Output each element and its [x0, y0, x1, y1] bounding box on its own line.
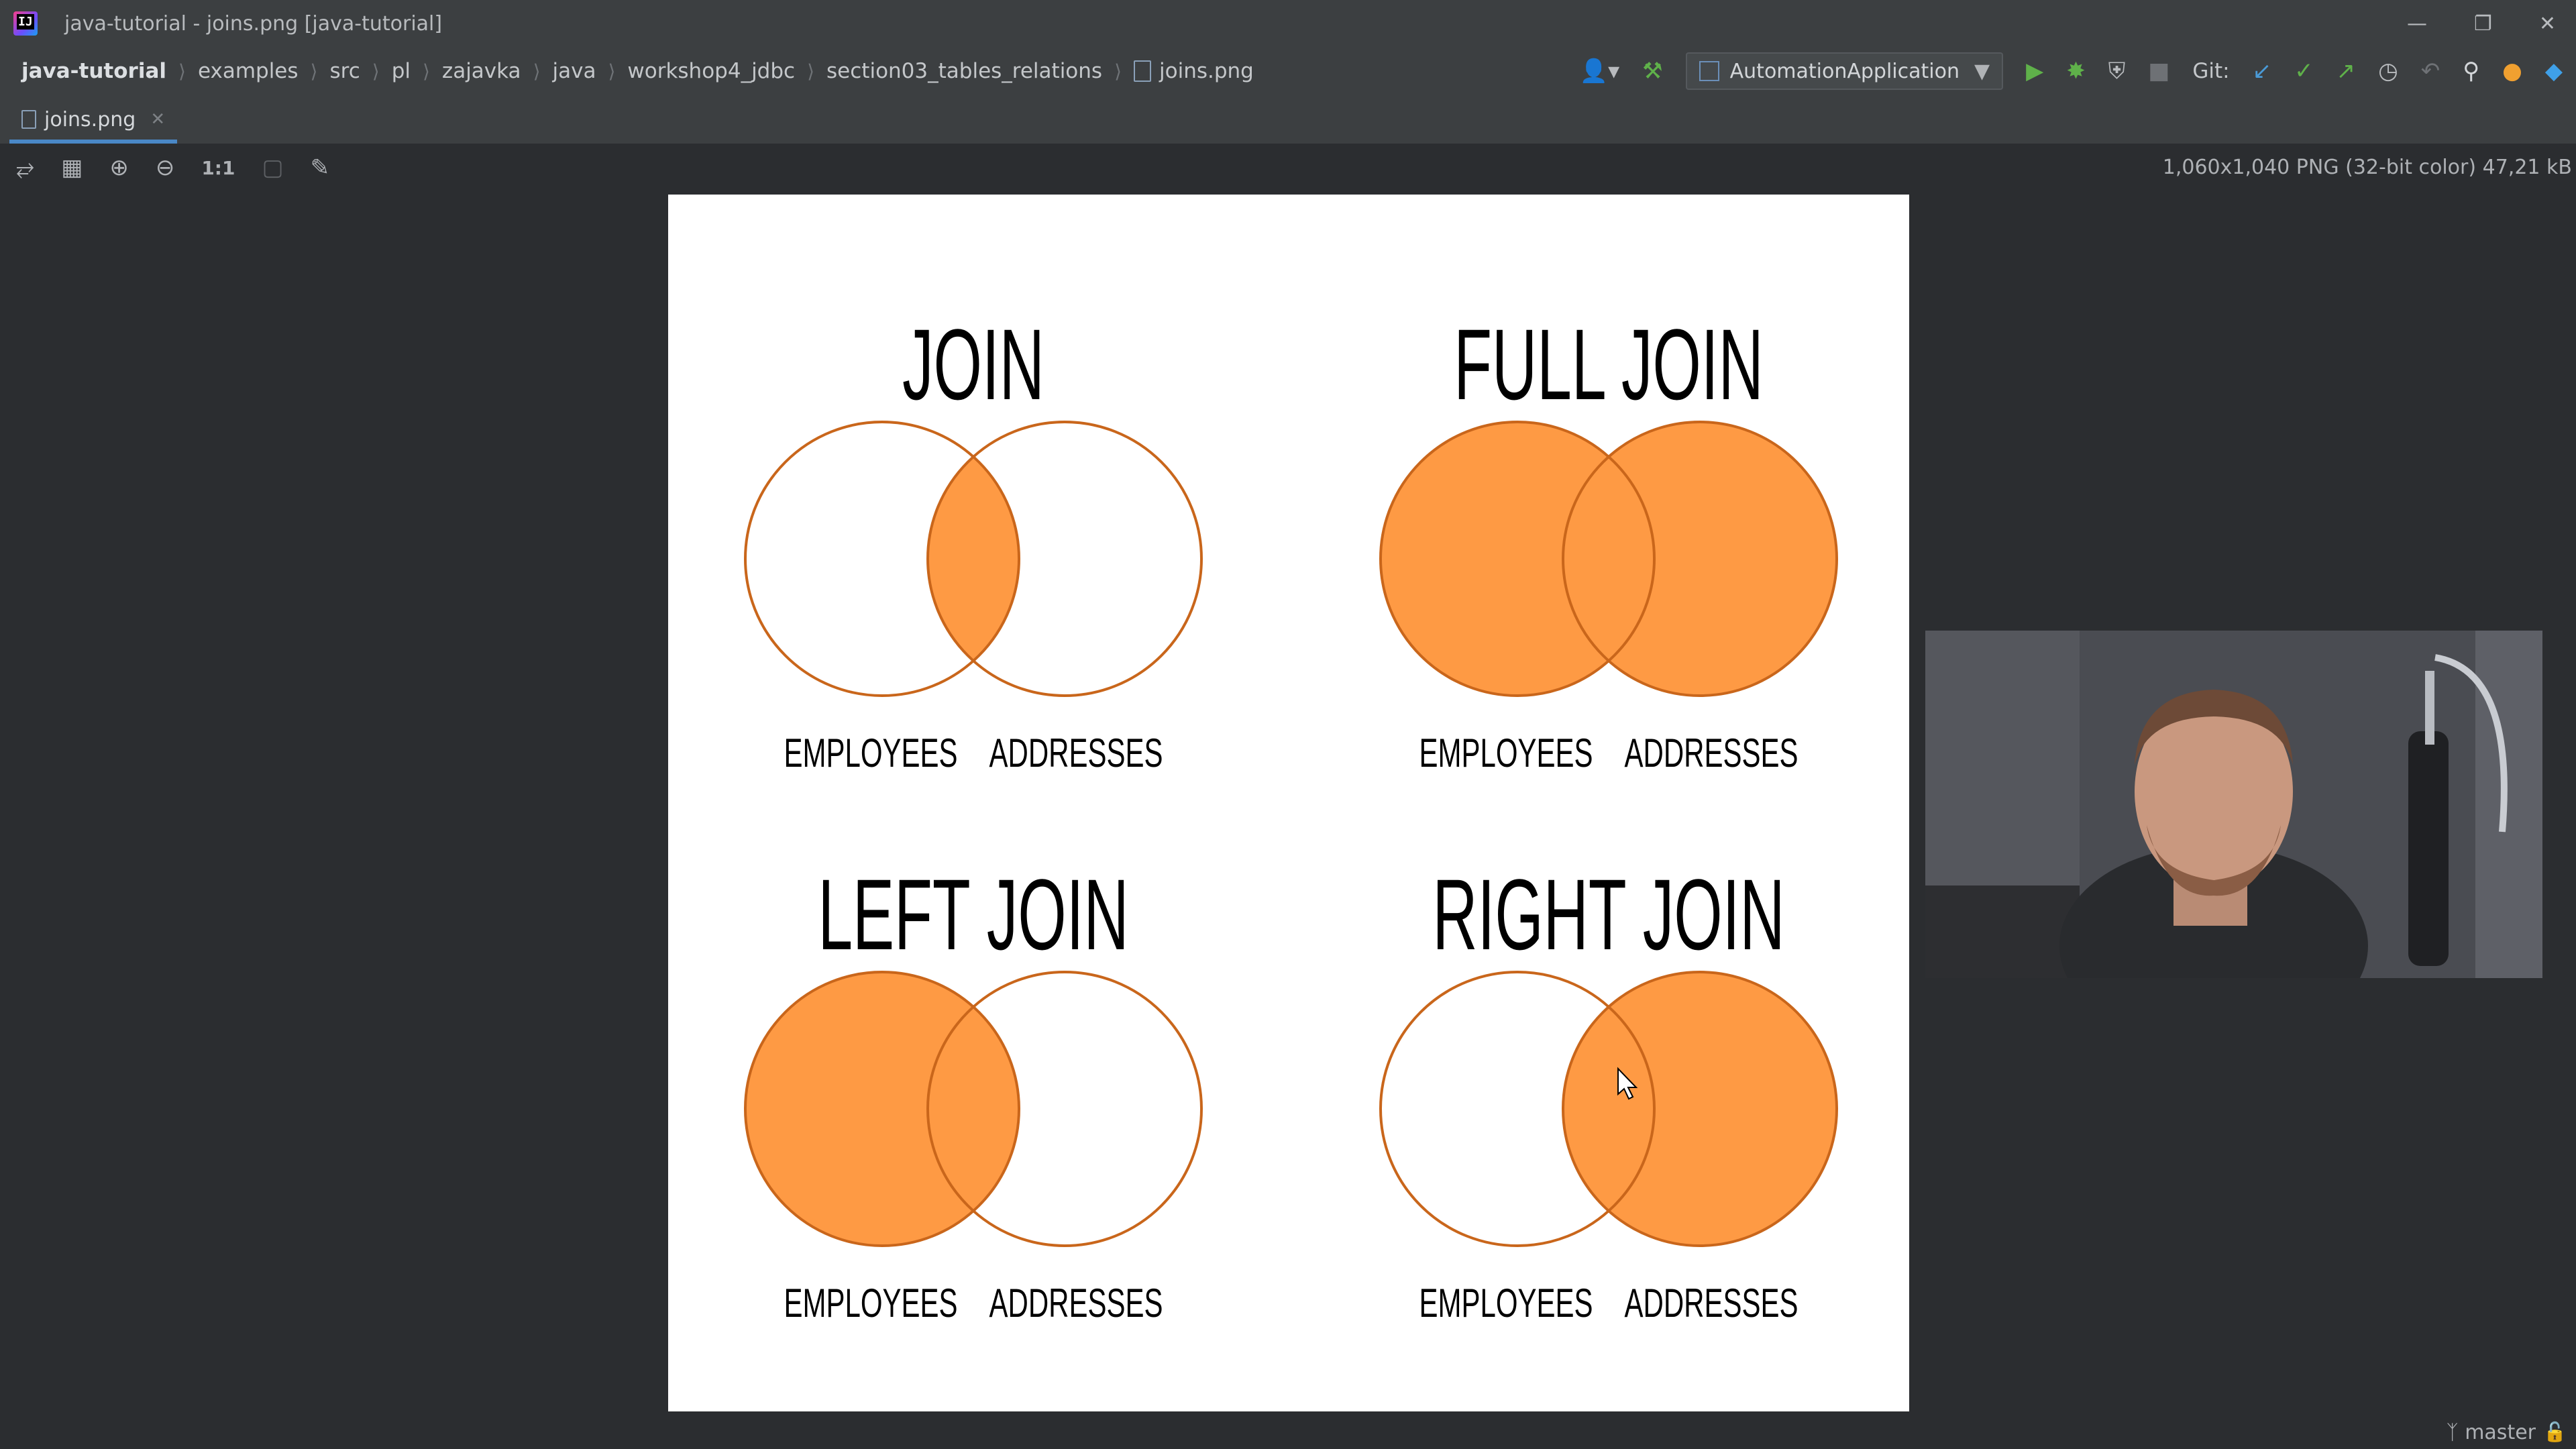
- breadcrumb-item[interactable]: section03_tables_relations: [826, 59, 1102, 83]
- minimize-icon[interactable]: —: [2407, 12, 2427, 36]
- chevron-down-icon: ▼: [1974, 59, 1990, 83]
- addresses-label: ADDRESSES: [1625, 1281, 1799, 1326]
- restore-icon[interactable]: ❐: [2474, 12, 2492, 36]
- stop-icon[interactable]: ■: [2148, 58, 2169, 85]
- breadcrumb-item[interactable]: examples: [198, 59, 299, 83]
- fit-to-window-icon[interactable]: ⥂: [16, 154, 34, 181]
- join-title: LEFT JOIN: [818, 859, 1128, 971]
- breadcrumb-item[interactable]: src: [329, 59, 360, 83]
- editor-tab-bar: joins.png ✕: [0, 95, 2576, 145]
- rollback-icon[interactable]: ↶: [2421, 58, 2440, 85]
- git-branch-widget[interactable]: ᛉ master: [2447, 1421, 2536, 1444]
- image-info: 1,060x1,040 PNG (32-bit color) 47,21 kB: [2162, 156, 2572, 179]
- left-circle-fill: [745, 972, 1019, 1246]
- git-update-icon[interactable]: ↙: [2253, 58, 2272, 85]
- branch-icon: ᛉ: [2446, 1421, 2459, 1444]
- join-title: RIGHT JOIN: [1432, 859, 1784, 971]
- breadcrumb-item[interactable]: workshop4_jdbc: [627, 59, 795, 83]
- grid-icon[interactable]: ▦: [61, 154, 83, 181]
- branch-name: master: [2465, 1421, 2536, 1444]
- tab-label: joins.png: [44, 107, 136, 131]
- joins-diagram: JOIN EMPLOYEES ADDRESSES FULL JOIN EMPLOYEES…: [739, 309, 1843, 1326]
- close-icon[interactable]: ✕: [2539, 12, 2556, 36]
- right-circle-fill: [1563, 422, 1837, 696]
- join-panel: JOIN EMPLOYEES ADDRESSES: [739, 309, 1208, 775]
- run-config-label: AutomationApplication: [1729, 59, 1960, 83]
- zoom-in-icon[interactable]: ⊕: [109, 154, 129, 181]
- close-tab-icon[interactable]: ✕: [150, 109, 165, 129]
- addresses-label: ADDRESSES: [1625, 731, 1799, 775]
- run-config-icon: [1699, 61, 1719, 81]
- git-commit-icon[interactable]: ✓: [2294, 58, 2314, 85]
- image-canvas: JOIN EMPLOYEES ADDRESSES FULL JOIN EMPLOYEES…: [668, 195, 1909, 1411]
- image-viewer-toolbar: ⥂ ▦ ⊕ ⊖ 1:1 ▢ ✎ 1,060x1,040 PNG (32-bit …: [0, 144, 2576, 192]
- navigation-bar: java-tutorial ⟩ examples ⟩ src ⟩ pl ⟩ zajavk…: [0, 47, 2576, 97]
- run-icon[interactable]: ▶: [2026, 58, 2043, 85]
- lock-icon[interactable]: 🔓: [2543, 1421, 2567, 1443]
- zoom-out-icon[interactable]: ⊖: [156, 154, 175, 181]
- join-panel: FULL JOIN EMPLOYEES ADDRESSES: [1374, 309, 1843, 775]
- window-title: java-tutorial - joins.png [java-tutorial…: [64, 11, 443, 36]
- join-panel: RIGHT JOIN EMPLOYEES ADDRESSES: [1374, 859, 1843, 1326]
- git-label: Git:: [2192, 59, 2230, 83]
- join-panel: LEFT JOIN EMPLOYEES ADDRESSES: [739, 859, 1208, 1326]
- actual-size-button[interactable]: 1:1: [201, 157, 235, 179]
- breadcrumb-item[interactable]: java-tutorial: [21, 59, 166, 83]
- presenter-video: [1925, 631, 2542, 978]
- search-icon[interactable]: ⚲: [2463, 58, 2479, 85]
- image-file-icon: [1134, 60, 1152, 82]
- employees-label: EMPLOYEES: [784, 731, 958, 775]
- webcam-overlay: [1925, 631, 2542, 978]
- image-file-icon: [21, 110, 36, 129]
- git-push-icon[interactable]: ↗: [2337, 58, 2356, 85]
- background-icon[interactable]: ▢: [262, 154, 284, 181]
- employees-label: EMPLOYEES: [1419, 731, 1593, 775]
- status-bar: ᛉ master 🔓: [0, 1415, 2576, 1449]
- breadcrumb-item[interactable]: java: [553, 59, 596, 83]
- join-title: JOIN: [902, 309, 1044, 421]
- intellij-logo-icon: [13, 11, 38, 36]
- user-icon[interactable]: 👤▾: [1580, 58, 1619, 85]
- right-circle-fill: [1563, 972, 1837, 1246]
- join-title: FULL JOIN: [1454, 309, 1764, 421]
- build-hammer-icon[interactable]: ⚒: [1642, 58, 1662, 85]
- breadcrumb-item[interactable]: zajavka: [442, 59, 521, 83]
- color-picker-icon[interactable]: ✎: [311, 154, 330, 181]
- tab-joins-png[interactable]: joins.png ✕: [9, 99, 178, 144]
- coverage-icon[interactable]: ⛨: [2108, 58, 2126, 85]
- employees-label: EMPLOYEES: [784, 1281, 958, 1326]
- breadcrumb: java-tutorial ⟩ examples ⟩ src ⟩ pl ⟩ zajavk…: [21, 59, 1254, 83]
- history-icon[interactable]: ◷: [2378, 58, 2398, 85]
- breadcrumb-item[interactable]: pl: [392, 59, 411, 83]
- employees-label: EMPLOYEES: [1419, 1281, 1593, 1326]
- title-bar: java-tutorial - joins.png [java-tutorial…: [0, 0, 2576, 47]
- addresses-label: ADDRESSES: [989, 1281, 1163, 1326]
- addresses-label: ADDRESSES: [989, 731, 1163, 775]
- run-configuration-dropdown[interactable]: AutomationApplication ▼: [1685, 52, 2004, 90]
- debug-icon[interactable]: ✸: [2066, 58, 2086, 85]
- breadcrumb-file[interactable]: joins.png: [1159, 59, 1254, 83]
- update-available-icon[interactable]: ●: [2502, 58, 2522, 85]
- jetbrains-ai-icon[interactable]: ◆: [2545, 58, 2563, 85]
